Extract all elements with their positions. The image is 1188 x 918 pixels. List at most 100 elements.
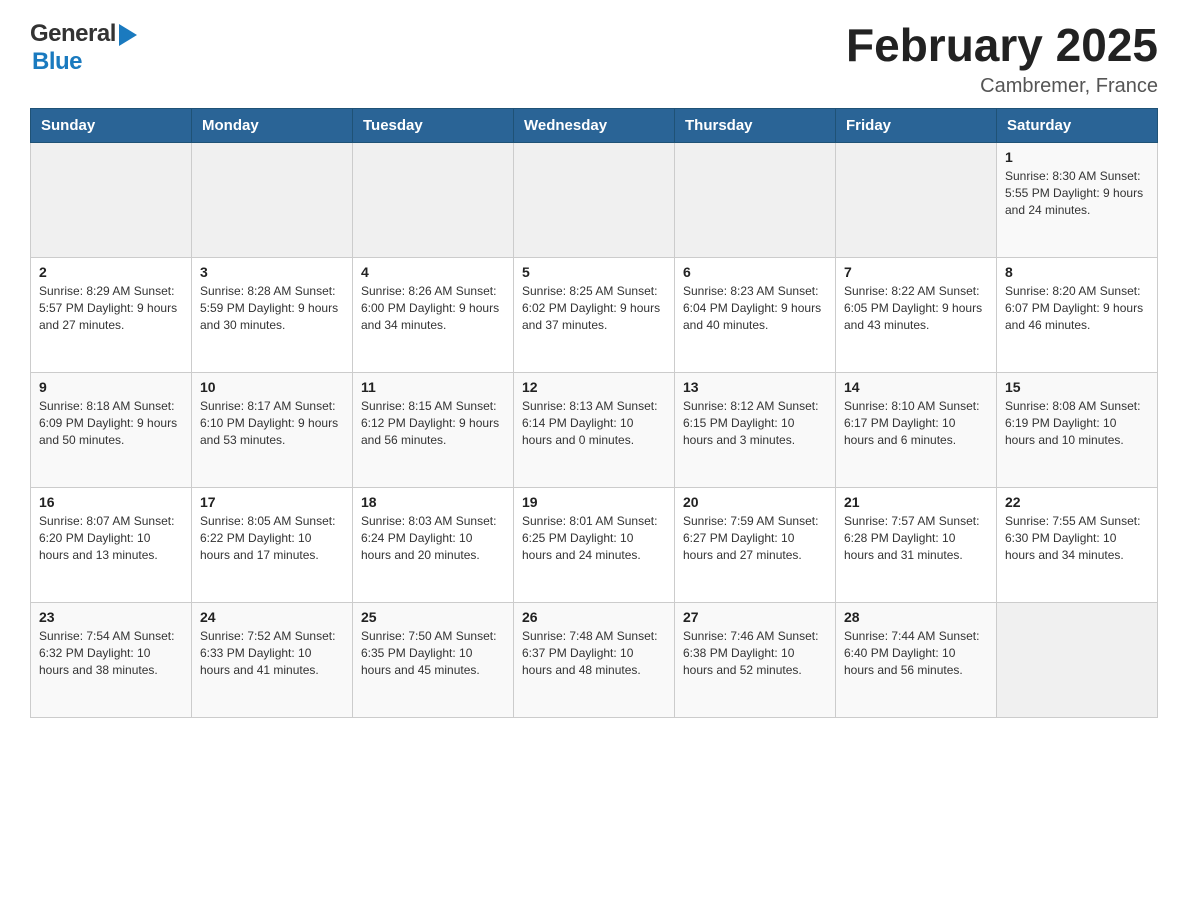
calendar-cell: 13 Sunrise: 8:12 AM Sunset: 6:15 PM Dayli… [675, 372, 836, 487]
calendar-cell: 1Sunrise: 8:30 AM Sunset: 5:55 PM Daylig… [997, 142, 1158, 257]
calendar-cell: 16 Sunrise: 8:07 AM Sunset: 6:20 PM Dayli… [31, 487, 192, 602]
day-number: 20 [683, 494, 827, 510]
day-number: 24 [200, 609, 344, 625]
logo-general-text: General [30, 20, 116, 48]
day-number: 12 [522, 379, 666, 395]
day-number: 27 [683, 609, 827, 625]
day-info: Sunrise: 8:29 AM Sunset: 5:57 PM Dayligh… [39, 283, 183, 335]
day-number: 19 [522, 494, 666, 510]
calendar-cell: 22 Sunrise: 7:55 AM Sunset: 6:30 PM Dayli… [997, 487, 1158, 602]
day-info: Sunrise: 7:54 AM Sunset: 6:32 PM Dayligh… [39, 628, 183, 680]
day-info: Sunrise: 8:25 AM Sunset: 6:02 PM Dayligh… [522, 283, 666, 335]
day-info: Sunrise: 8:18 AM Sunset: 6:09 PM Dayligh… [39, 398, 183, 450]
day-number: 7 [844, 264, 988, 280]
day-number: 25 [361, 609, 505, 625]
day-number: 14 [844, 379, 988, 395]
day-number: 10 [200, 379, 344, 395]
day-info: Sunrise: 7:52 AM Sunset: 6:33 PM Dayligh… [200, 628, 344, 680]
calendar-cell: 18 Sunrise: 8:03 AM Sunset: 6:24 PM Dayli… [353, 487, 514, 602]
calendar-cell: 6 Sunrise: 8:23 AM Sunset: 6:04 PM Daylig… [675, 257, 836, 372]
day-number: 18 [361, 494, 505, 510]
day-info: Sunrise: 8:07 AM Sunset: 6:20 PM Dayligh… [39, 513, 183, 565]
weekday-header-tuesday: Tuesday [353, 108, 514, 142]
calendar-cell [514, 142, 675, 257]
calendar-cell: 17Sunrise: 8:05 AM Sunset: 6:22 PM Dayli… [192, 487, 353, 602]
day-info: Sunrise: 8:12 AM Sunset: 6:15 PM Dayligh… [683, 398, 827, 450]
day-number: 4 [361, 264, 505, 280]
calendar-week-row: 9 Sunrise: 8:18 AM Sunset: 6:09 PM Daylig… [31, 372, 1158, 487]
calendar-cell [192, 142, 353, 257]
calendar-week-row: 23 Sunrise: 7:54 AM Sunset: 6:32 PM Dayli… [31, 602, 1158, 717]
day-number: 3 [200, 264, 344, 280]
weekday-header-friday: Friday [836, 108, 997, 142]
day-info: Sunrise: 8:03 AM Sunset: 6:24 PM Dayligh… [361, 513, 505, 565]
weekday-header-thursday: Thursday [675, 108, 836, 142]
day-number: 26 [522, 609, 666, 625]
weekday-header-monday: Monday [192, 108, 353, 142]
day-info: Sunrise: 8:23 AM Sunset: 6:04 PM Dayligh… [683, 283, 827, 335]
month-title: February 2025 [846, 20, 1158, 71]
day-number: 13 [683, 379, 827, 395]
day-info: Sunrise: 7:48 AM Sunset: 6:37 PM Dayligh… [522, 628, 666, 680]
day-info: Sunrise: 8:28 AM Sunset: 5:59 PM Dayligh… [200, 283, 344, 335]
weekday-header-sunday: Sunday [31, 108, 192, 142]
calendar-cell [31, 142, 192, 257]
day-info: Sunrise: 7:55 AM Sunset: 6:30 PM Dayligh… [1005, 513, 1149, 565]
calendar-cell: 20 Sunrise: 7:59 AM Sunset: 6:27 PM Dayli… [675, 487, 836, 602]
day-number: 16 [39, 494, 183, 510]
logo-blue-text: Blue [32, 48, 82, 76]
day-number: 8 [1005, 264, 1149, 280]
calendar-cell [353, 142, 514, 257]
day-info: Sunrise: 8:05 AM Sunset: 6:22 PM Dayligh… [200, 513, 344, 565]
day-info: Sunrise: 7:46 AM Sunset: 6:38 PM Dayligh… [683, 628, 827, 680]
calendar-cell: 14 Sunrise: 8:10 AM Sunset: 6:17 PM Dayli… [836, 372, 997, 487]
calendar-cell: 15Sunrise: 8:08 AM Sunset: 6:19 PM Dayli… [997, 372, 1158, 487]
day-number: 5 [522, 264, 666, 280]
calendar-cell: 11Sunrise: 8:15 AM Sunset: 6:12 PM Dayli… [353, 372, 514, 487]
day-number: 2 [39, 264, 183, 280]
day-info: Sunrise: 7:44 AM Sunset: 6:40 PM Dayligh… [844, 628, 988, 680]
day-number: 23 [39, 609, 183, 625]
calendar-week-row: 2 Sunrise: 8:29 AM Sunset: 5:57 PM Daylig… [31, 257, 1158, 372]
logo: General Blue [30, 20, 137, 76]
calendar-table: SundayMondayTuesdayWednesdayThursdayFrid… [30, 108, 1158, 718]
day-info: Sunrise: 8:20 AM Sunset: 6:07 PM Dayligh… [1005, 283, 1149, 335]
calendar-cell: 4 Sunrise: 8:26 AM Sunset: 6:00 PM Daylig… [353, 257, 514, 372]
calendar-cell: 10 Sunrise: 8:17 AM Sunset: 6:10 PM Dayli… [192, 372, 353, 487]
day-number: 6 [683, 264, 827, 280]
day-number: 28 [844, 609, 988, 625]
day-number: 22 [1005, 494, 1149, 510]
logo-triangle-icon [119, 24, 137, 46]
calendar-cell: 21 Sunrise: 7:57 AM Sunset: 6:28 PM Dayli… [836, 487, 997, 602]
calendar-cell: 12 Sunrise: 8:13 AM Sunset: 6:14 PM Dayli… [514, 372, 675, 487]
weekday-header-saturday: Saturday [997, 108, 1158, 142]
calendar-cell: 24 Sunrise: 7:52 AM Sunset: 6:33 PM Dayli… [192, 602, 353, 717]
calendar-cell: 7 Sunrise: 8:22 AM Sunset: 6:05 PM Daylig… [836, 257, 997, 372]
day-number: 21 [844, 494, 988, 510]
day-info: Sunrise: 8:15 AM Sunset: 6:12 PM Dayligh… [361, 398, 505, 450]
day-info: Sunrise: 8:13 AM Sunset: 6:14 PM Dayligh… [522, 398, 666, 450]
day-info: Sunrise: 7:57 AM Sunset: 6:28 PM Dayligh… [844, 513, 988, 565]
calendar-cell: 19Sunrise: 8:01 AM Sunset: 6:25 PM Dayli… [514, 487, 675, 602]
calendar-week-row: 16 Sunrise: 8:07 AM Sunset: 6:20 PM Dayli… [31, 487, 1158, 602]
calendar-cell: 8 Sunrise: 8:20 AM Sunset: 6:07 PM Daylig… [997, 257, 1158, 372]
calendar-cell [997, 602, 1158, 717]
day-info: Sunrise: 8:08 AM Sunset: 6:19 PM Dayligh… [1005, 398, 1149, 450]
day-info: Sunrise: 7:59 AM Sunset: 6:27 PM Dayligh… [683, 513, 827, 565]
day-info: Sunrise: 8:30 AM Sunset: 5:55 PM Dayligh… [1005, 168, 1149, 220]
day-info: Sunrise: 8:17 AM Sunset: 6:10 PM Dayligh… [200, 398, 344, 450]
calendar-cell: 2 Sunrise: 8:29 AM Sunset: 5:57 PM Daylig… [31, 257, 192, 372]
day-info: Sunrise: 8:26 AM Sunset: 6:00 PM Dayligh… [361, 283, 505, 335]
calendar-cell: 28 Sunrise: 7:44 AM Sunset: 6:40 PM Dayli… [836, 602, 997, 717]
calendar-week-row: 1Sunrise: 8:30 AM Sunset: 5:55 PM Daylig… [31, 142, 1158, 257]
location-text: Cambremer, France [846, 75, 1158, 98]
day-info: Sunrise: 8:10 AM Sunset: 6:17 PM Dayligh… [844, 398, 988, 450]
weekday-header-wednesday: Wednesday [514, 108, 675, 142]
title-section: February 2025 Cambremer, France [846, 20, 1158, 98]
day-info: Sunrise: 8:22 AM Sunset: 6:05 PM Dayligh… [844, 283, 988, 335]
calendar-cell: 25Sunrise: 7:50 AM Sunset: 6:35 PM Dayli… [353, 602, 514, 717]
day-number: 9 [39, 379, 183, 395]
calendar-cell: 5 Sunrise: 8:25 AM Sunset: 6:02 PM Daylig… [514, 257, 675, 372]
calendar-cell: 23 Sunrise: 7:54 AM Sunset: 6:32 PM Dayli… [31, 602, 192, 717]
calendar-cell [675, 142, 836, 257]
